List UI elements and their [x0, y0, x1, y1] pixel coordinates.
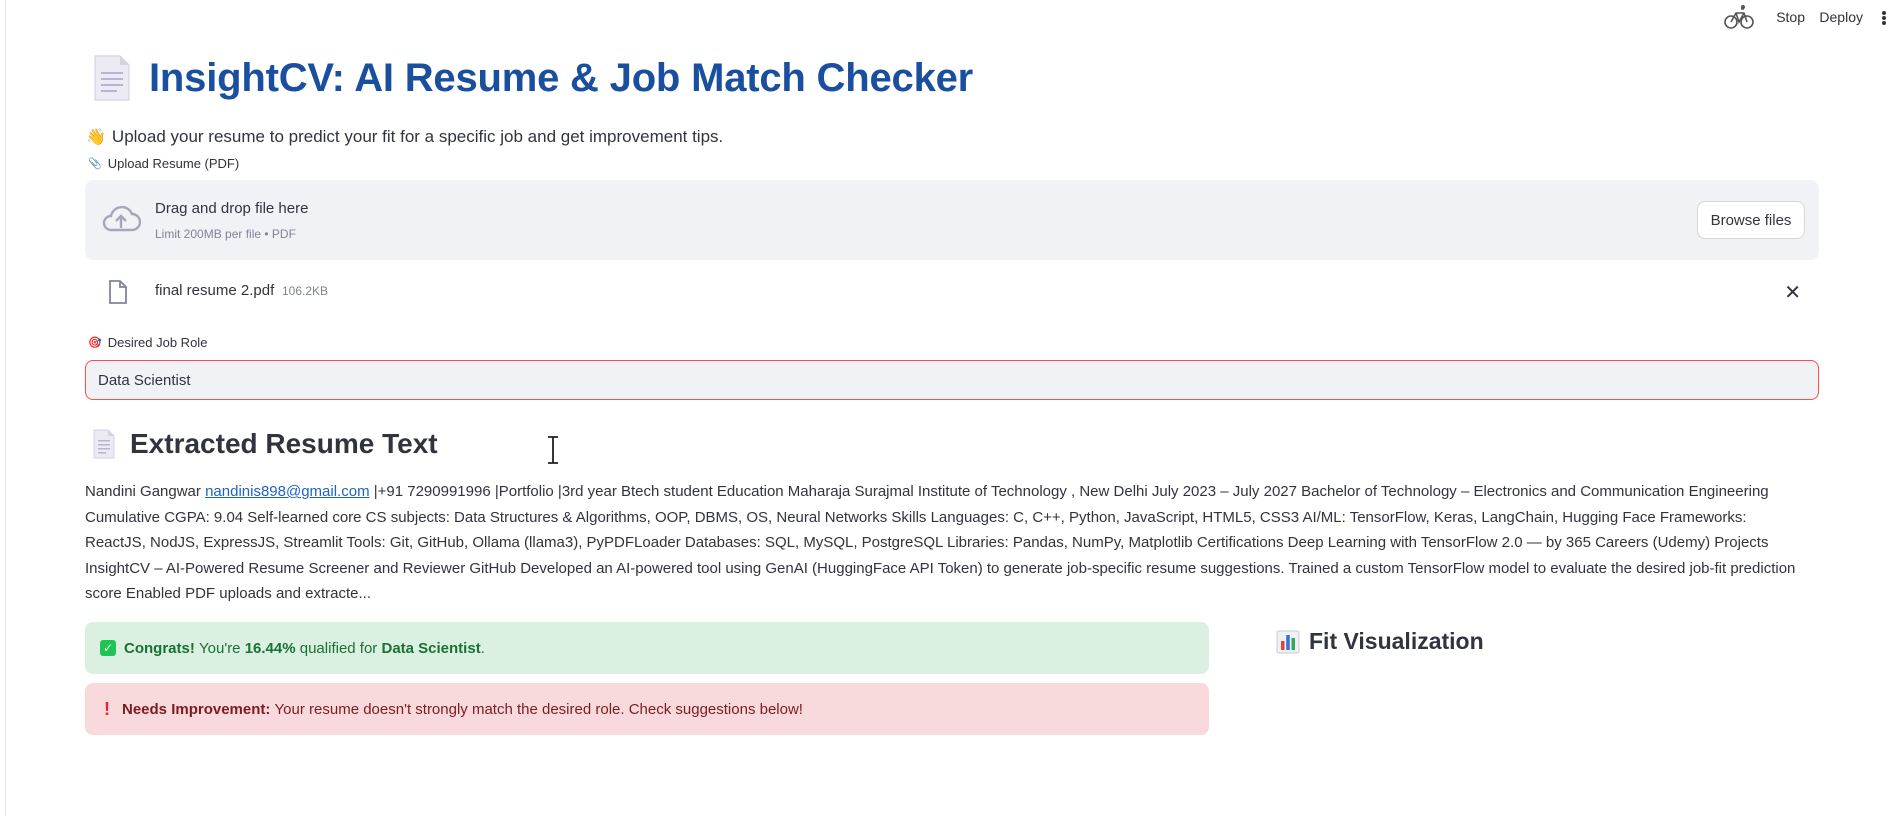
upload-label: 📎 Upload Resume (PDF) — [88, 156, 239, 171]
page-title: InsightCV: AI Resume & Job Match Checker — [149, 55, 974, 100]
job-role-label-text: Desired Job Role — [107, 335, 208, 350]
dropzone-subtitle: Limit 200MB per file • PDF — [155, 227, 296, 241]
bicycle-icon — [1724, 5, 1754, 29]
file-icon — [109, 280, 127, 304]
deploy-button[interactable]: Deploy — [1819, 9, 1863, 25]
uploaded-file-size: 106.2KB — [282, 284, 329, 298]
needs-improvement-text: Your resume doesn't strongly match the d… — [274, 700, 803, 718]
success-alert: ✓ Congrats! You're 16.44% qualified for … — [85, 622, 1209, 674]
job-role-label: 🎯 Desired Job Role — [88, 335, 207, 350]
page-facing-up-icon — [93, 429, 115, 459]
error-alert: ! Needs Improvement: Your resume doesn't… — [85, 683, 1209, 735]
resume-email-link[interactable]: nandinis898@gmail.com — [205, 483, 369, 500]
dropzone-title: Drag and drop file here — [155, 200, 309, 217]
congrats-label: Congrats! — [124, 639, 195, 657]
uploaded-file-name: final resume 2.pdf — [155, 282, 275, 299]
browse-files-button[interactable]: Browse files — [1697, 201, 1805, 239]
extracted-section-header: Extracted Resume Text — [92, 428, 438, 460]
fit-visualization-heading: Fit Visualization — [1309, 628, 1484, 654]
text-cursor-icon — [548, 436, 558, 464]
stop-button[interactable]: Stop — [1776, 9, 1805, 25]
qualified-for-text: qualified for — [299, 639, 378, 657]
resume-body: |+91 7290991996 |Portfolio |3rd year Bte… — [85, 483, 1796, 602]
remove-file-close-icon[interactable]: ✕ — [1784, 280, 1801, 305]
intro-label: Upload your resume to predict your fit f… — [111, 127, 724, 146]
extracted-text-heading: Extracted Resume Text — [130, 428, 438, 459]
upload-label-text: Upload Resume (PDF) — [107, 156, 240, 171]
sidebar-edge — [5, 0, 6, 816]
paperclip-icon: 📎 — [88, 158, 102, 170]
kebab-menu-icon[interactable] — [1880, 8, 1888, 28]
waving-hand-icon: 👋 — [86, 129, 106, 146]
job-role-input[interactable] — [85, 360, 1819, 400]
uploaded-file-row: final resume 2.pdf 106.2KB ✕ — [85, 274, 1819, 310]
youre-text: You're — [199, 639, 241, 657]
resume-name: Nandini Gangwar — [85, 483, 201, 500]
cloud-upload-icon — [102, 205, 141, 232]
needs-improvement-label: Needs Improvement: — [122, 700, 271, 718]
fit-percent: 16.44% — [244, 639, 296, 657]
target-icon: 🎯 — [88, 337, 102, 349]
result-role: Data Scientist — [381, 639, 481, 657]
result-period: . — [480, 639, 485, 657]
page-facing-up-icon — [94, 55, 130, 101]
exclamation-icon: ! — [104, 698, 110, 719]
page-header: InsightCV: AI Resume & Job Match Checker — [92, 50, 973, 106]
bar-chart-icon — [1276, 630, 1300, 653]
check-mark-icon: ✓ — [100, 640, 116, 656]
intro-text: 👋 Upload your resume to predict your fit… — [86, 127, 723, 147]
file-dropzone[interactable]: Drag and drop file here Limit 200MB per … — [85, 180, 1819, 260]
fit-visualization-header: Fit Visualization — [1276, 628, 1484, 655]
extracted-resume-text: Nandini Gangwar nandinis898@gmail.com |+… — [85, 479, 1811, 607]
